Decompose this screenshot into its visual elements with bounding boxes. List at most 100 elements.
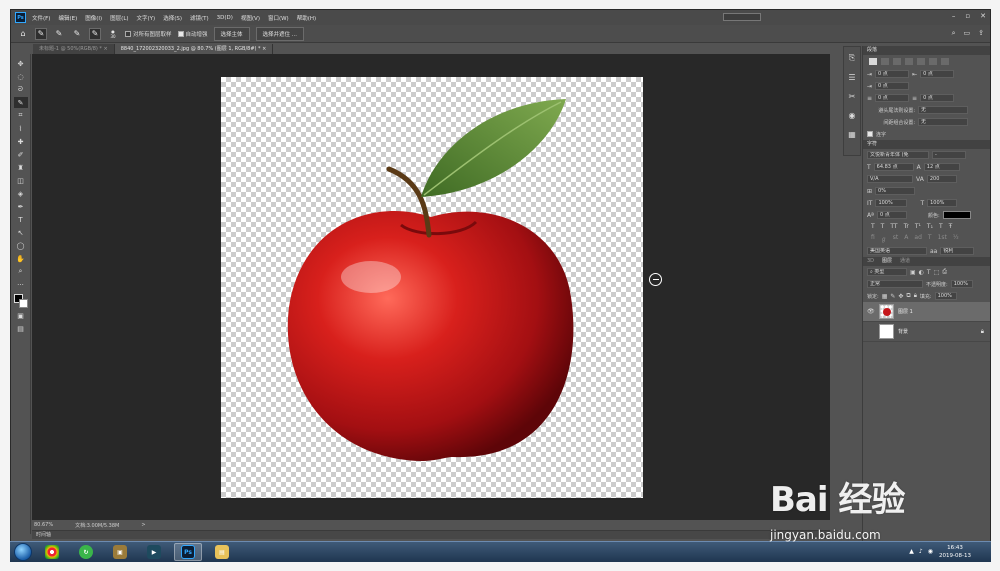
first-line-indent-field[interactable]: 0 点 — [875, 82, 910, 90]
font-size-field[interactable]: 64.83 点 — [873, 163, 914, 171]
adjustments-icon[interactable]: ☰ — [848, 73, 855, 82]
select-and-mask-button[interactable]: 选择并遮住 ... — [255, 26, 305, 41]
hand-tool-icon[interactable]: ✋ — [14, 253, 28, 264]
timeline-panel-tab[interactable]: 时间轴 — [32, 530, 830, 539]
lasso-tool-icon[interactable]: ᘐ — [14, 84, 28, 95]
taskbar-item[interactable]: ▤ — [208, 543, 236, 561]
antialias-select[interactable]: 锐利 — [940, 247, 975, 255]
auto-enhance-checkbox[interactable]: 自动增强 — [177, 30, 208, 38]
filter-type-icon[interactable]: T — [927, 269, 931, 276]
tab-apple-image[interactable]: 8840_172002320033_2.jpg @ 80.7% (图层 1, R… — [114, 44, 274, 54]
baseline-shift-field[interactable]: 0 点 — [876, 211, 907, 219]
tools-preset-icon[interactable]: ✂ — [849, 92, 856, 101]
titling-icon[interactable]: ad — [914, 234, 922, 243]
tray-network-icon[interactable]: ▲ — [909, 548, 914, 555]
space-before-field[interactable]: 0 点 — [875, 94, 910, 102]
tab-3d[interactable]: 3D — [867, 257, 874, 266]
indent-left-field[interactable]: 0 点 — [875, 70, 910, 78]
fractions-icon[interactable]: 1st — [938, 234, 947, 243]
taskbar-item[interactable]: ↻ — [72, 543, 100, 561]
paragraph-panel-header[interactable]: 段落 — [863, 46, 990, 55]
tray-volume-icon[interactable]: ♪ — [919, 548, 923, 555]
justify-all-icon[interactable] — [941, 58, 949, 65]
alternates-icon[interactable]: A — [904, 234, 908, 243]
taskbar-item[interactable]: ▶ — [140, 543, 168, 561]
kerning-field[interactable]: V/A — [867, 175, 913, 183]
canvas-workspace[interactable] — [32, 54, 830, 520]
quick-mask-icon[interactable]: ▣ — [14, 310, 28, 321]
tab-layers[interactable]: 图层 — [882, 257, 892, 266]
clone-stamp-tool-icon[interactable]: ♜ — [14, 162, 28, 173]
menu-view[interactable]: 视图(V) — [241, 14, 260, 22]
horizontal-scale-field[interactable]: 100% — [927, 199, 958, 207]
zoom-level[interactable]: 80.67% — [34, 522, 53, 528]
libraries-icon[interactable]: ▦ — [848, 130, 856, 139]
home-icon[interactable]: ⌂ — [17, 28, 29, 40]
menu-filter[interactable]: 滤镜(T) — [190, 14, 209, 22]
character-panel-header[interactable]: 字符 — [863, 140, 990, 149]
tab-untitled[interactable]: 未标题-1 @ 50%(RGB/8) * × — [33, 44, 115, 54]
justify-left-icon[interactable] — [905, 58, 913, 65]
lock-transparent-icon[interactable]: ▦ — [882, 293, 888, 300]
menu-edit[interactable]: 编辑(E) — [58, 14, 77, 22]
more-tools-icon[interactable]: ··· — [14, 279, 28, 290]
tab-channels[interactable]: 通道 — [900, 257, 910, 266]
align-right-icon[interactable] — [893, 58, 901, 65]
move-tool-icon[interactable]: ✥ — [14, 58, 28, 69]
marquee-tool-icon[interactable]: ◌ — [14, 71, 28, 82]
select-subject-button[interactable]: 选择主体 — [213, 26, 250, 41]
menu-type[interactable]: 文字(Y) — [137, 14, 156, 22]
justify-right-icon[interactable] — [929, 58, 937, 65]
spacing-select[interactable]: 无 — [918, 118, 968, 126]
search-icon[interactable]: ⌕ — [952, 29, 956, 38]
quick-select-tool-icon[interactable]: ✎ — [35, 27, 47, 40]
align-left-icon[interactable] — [869, 58, 877, 65]
avoid-select[interactable]: 无 — [918, 106, 968, 114]
filter-pixel-icon[interactable]: ▣ — [910, 269, 916, 276]
color-swatches[interactable] — [13, 294, 28, 308]
restore-icon[interactable]: ▫ — [965, 12, 970, 20]
menu-layer[interactable]: 图层(L) — [110, 14, 128, 22]
paint-bucket-tool-icon[interactable]: ◈ — [14, 188, 28, 199]
subtract-selection-icon[interactable]: ✎ — [89, 27, 101, 40]
visibility-eye-icon[interactable]: 👁 — [867, 308, 875, 315]
shape-tool-icon[interactable]: ◯ — [14, 240, 28, 251]
text-color-swatch[interactable] — [942, 211, 971, 219]
align-center-icon[interactable] — [881, 58, 889, 65]
small-caps-icon[interactable]: Tr — [904, 223, 909, 230]
faux-bold-icon[interactable]: T — [871, 223, 875, 230]
layer-row[interactable]: 👁 图层 1 — [863, 302, 990, 322]
strikethrough-icon[interactable]: Ŧ — [949, 223, 953, 230]
lock-all-icon[interactable]: 🔒︎ — [914, 292, 917, 300]
eyedropper-tool-icon[interactable]: ⌇ — [14, 123, 28, 134]
share-icon[interactable]: ⇪ — [978, 29, 984, 38]
filter-adjust-icon[interactable]: ◐ — [919, 269, 924, 276]
tab-close-icon[interactable]: × — [104, 46, 108, 52]
document-canvas[interactable] — [221, 77, 643, 498]
half-icon[interactable]: ½ — [953, 234, 959, 243]
all-caps-icon[interactable]: TT — [890, 223, 897, 230]
workspace-icon[interactable]: ▭ — [964, 29, 971, 38]
start-button[interactable] — [14, 543, 32, 561]
brush-size-picker[interactable]: ● 30 — [107, 28, 119, 40]
filter-shape-icon[interactable]: ⬚ — [934, 269, 940, 276]
menu-select[interactable]: 选择(S) — [163, 14, 182, 22]
layer-row[interactable]: 背景 🔒︎ — [863, 322, 990, 342]
crop-tool-icon[interactable]: ⌗ — [14, 110, 28, 121]
pen-tool-icon[interactable]: ✒ — [14, 201, 28, 212]
justify-center-icon[interactable] — [917, 58, 925, 65]
quick-selection-tool-icon[interactable]: ✎ — [13, 97, 28, 108]
minimize-icon[interactable]: – — [952, 12, 956, 20]
background-color-swatch[interactable] — [18, 299, 28, 308]
tray-security-icon[interactable]: ◉ — [928, 548, 933, 555]
blend-mode-select[interactable]: 正常 — [867, 280, 923, 288]
menu-help[interactable]: 帮助(H) — [297, 14, 316, 22]
menu-window[interactable]: 窗口(W) — [268, 14, 289, 22]
opacity-field[interactable]: 100% — [950, 280, 973, 288]
underline-icon[interactable]: T — [939, 223, 943, 230]
zoom-tool-icon[interactable]: ⌕ — [14, 266, 28, 277]
swash-icon[interactable]: st — [893, 234, 898, 243]
layer-filter-select[interactable]: ⌕ 类型 — [867, 268, 907, 276]
faux-italic-icon[interactable]: T — [881, 223, 885, 230]
font-family-select[interactable]: 文悦新青年体 (免 — [867, 151, 929, 159]
